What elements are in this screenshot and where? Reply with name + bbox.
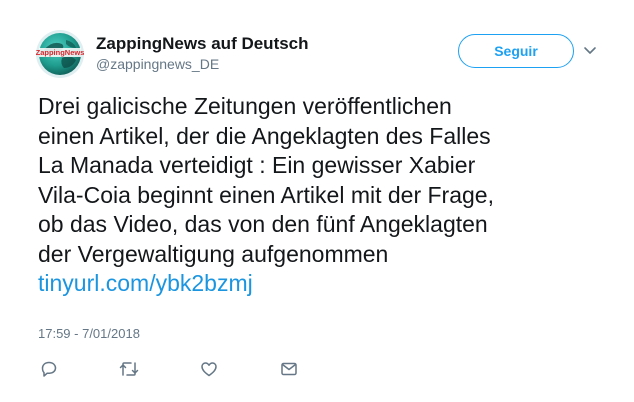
tweet-text-line: einen Artikel, der die Angeklagten des F… xyxy=(38,122,491,149)
direct-message-icon[interactable] xyxy=(278,358,300,380)
tweet-text-line: Vila-Coia beginnt einen Artikel mit der … xyxy=(38,181,494,208)
retweet-icon[interactable] xyxy=(118,358,140,380)
globe-logo-icon: ZappingNews xyxy=(36,30,84,78)
tweet-timestamp[interactable]: 17:59 - 7/01/2018 xyxy=(38,326,140,341)
tweet-text: Drei galicische Zeitungen veröffentliche… xyxy=(38,92,598,299)
follow-button[interactable]: Seguir xyxy=(458,34,574,68)
like-icon[interactable] xyxy=(198,358,220,380)
chevron-down-icon[interactable] xyxy=(582,44,598,58)
tweet-text-line: ob das Video, das von den fünf Angeklagt… xyxy=(38,211,488,237)
tweet-text-line: Drei galicische Zeitungen veröffentliche… xyxy=(38,93,452,119)
reply-icon[interactable] xyxy=(38,358,60,380)
tweet-text-line: La Manada verteidigt : Ein gewisser Xabi… xyxy=(38,152,476,178)
display-name[interactable]: ZappingNews auf Deutsch xyxy=(96,34,309,54)
svg-text:ZappingNews: ZappingNews xyxy=(36,48,84,57)
user-handle[interactable]: @zappingnews_DE xyxy=(96,56,219,72)
tweet-card: ZappingNews ZappingNews auf Deutsch @zap… xyxy=(0,0,634,402)
tweet-text-line: der Vergewaltigung aufgenommen xyxy=(38,240,389,267)
tweet-link[interactable]: tinyurl.com/ybk2bzmj xyxy=(38,270,253,296)
tweet-actions xyxy=(38,358,318,380)
avatar[interactable]: ZappingNews xyxy=(36,30,84,78)
